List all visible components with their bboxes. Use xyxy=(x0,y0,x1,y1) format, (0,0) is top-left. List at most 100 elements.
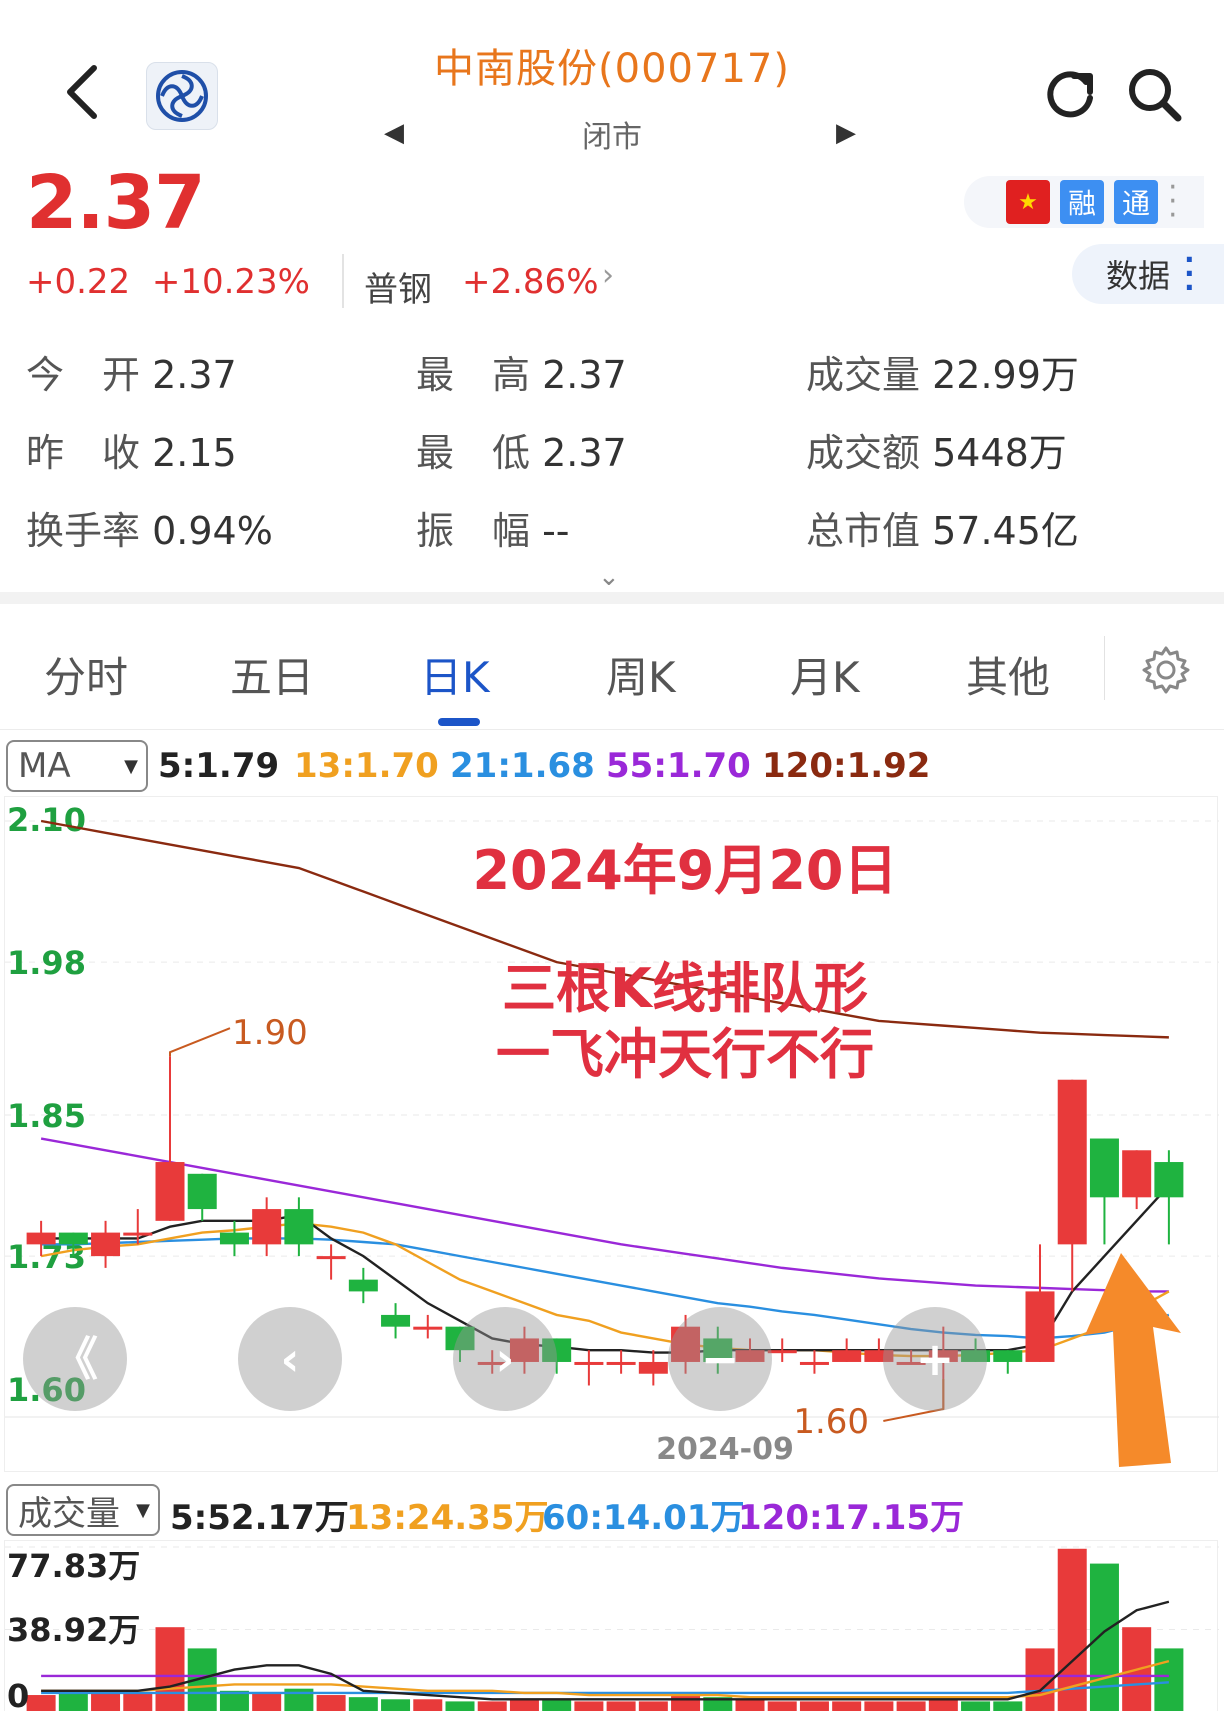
stat-label: 昨 收 xyxy=(26,431,153,475)
chart-control-button[interactable]: ‹ xyxy=(238,1307,342,1411)
volume-bar xyxy=(1154,1648,1184,1711)
chart-control-button[interactable]: + xyxy=(883,1307,987,1411)
volume-bar xyxy=(928,1699,958,1711)
price-axis-label: 1.85 xyxy=(7,1097,86,1135)
price-axis-label: 2.10 xyxy=(7,801,86,839)
control-glyph: 《 xyxy=(52,1332,98,1386)
indicator-select[interactable]: MA ▼ xyxy=(6,740,148,792)
candle-body xyxy=(219,1232,249,1245)
volume-axis-label: 38.92万 xyxy=(7,1611,140,1649)
control-glyph: › xyxy=(496,1332,515,1386)
volume-bar xyxy=(606,1701,636,1711)
stat-label: 振 幅 xyxy=(416,509,543,553)
chart-control-button[interactable]: 《 xyxy=(23,1307,127,1411)
candle-body xyxy=(606,1361,636,1365)
volume-bar xyxy=(542,1699,572,1711)
candle-body xyxy=(187,1173,217,1210)
candle-body xyxy=(348,1279,378,1292)
annotation-line-2: 一飞冲天行不行 xyxy=(496,1023,874,1086)
up-arrow-icon xyxy=(1085,1253,1181,1467)
annotation-line-1: 三根K线排队形 xyxy=(502,957,868,1020)
sector-link[interactable]: 普钢 xyxy=(364,262,432,311)
badge-group[interactable]: ★ 融 通 · · · xyxy=(964,173,1204,231)
candle-body xyxy=(252,1209,282,1245)
tab-five-day[interactable]: 五日 xyxy=(230,644,314,705)
stat-value: 2.37 xyxy=(152,353,237,397)
volume-bar xyxy=(767,1701,797,1711)
legend-item: 5:1.79 xyxy=(158,746,280,786)
stat-value: 2.37 xyxy=(542,431,627,475)
refresh-icon xyxy=(1047,71,1093,118)
tab-intraday[interactable]: 分时 xyxy=(44,644,128,705)
volume-bar xyxy=(252,1692,282,1711)
tab-weekly-k[interactable]: 周K xyxy=(606,644,676,705)
candle-body xyxy=(574,1361,604,1365)
candle-body xyxy=(26,1232,56,1245)
volume-indicator-select[interactable]: 成交量 ▼ xyxy=(6,1484,160,1536)
candle-body xyxy=(1025,1291,1055,1362)
volume-chart[interactable]: 77.83万 38.92万 0 xyxy=(4,1540,1219,1711)
volume-bar xyxy=(477,1701,507,1711)
stat-label: 换手率 xyxy=(26,509,153,553)
candle-body xyxy=(1122,1150,1152,1198)
tab-daily-k[interactable]: 日K xyxy=(420,644,490,705)
stat-value: -- xyxy=(542,509,570,553)
volume-bar xyxy=(348,1697,378,1711)
volume-bar xyxy=(381,1699,411,1711)
stat-value: 2.37 xyxy=(542,353,627,397)
volume-axis-label: 77.83万 xyxy=(7,1547,140,1585)
expand-chevron-icon[interactable]: ⌄ xyxy=(598,562,620,592)
volume-bar xyxy=(509,1699,539,1711)
stat-item: 最 低 2.37 xyxy=(416,422,627,477)
candle-body xyxy=(799,1361,829,1365)
candle-body xyxy=(58,1232,88,1245)
volume-bar xyxy=(896,1701,926,1711)
chart-control-button[interactable]: › xyxy=(453,1307,557,1411)
refresh-button[interactable] xyxy=(1040,64,1100,124)
candle-body xyxy=(832,1350,862,1362)
volume-bar xyxy=(445,1701,475,1711)
chart-settings-button[interactable] xyxy=(1140,644,1192,696)
more-vertical-icon[interactable]: · · · xyxy=(1168,173,1178,231)
chart-tabs: 分时 五日 日K 周K 月K 其他 xyxy=(0,604,1224,730)
volume-bar xyxy=(1089,1563,1119,1711)
search-button[interactable] xyxy=(1124,64,1184,124)
volume-bar xyxy=(413,1699,443,1711)
candle-body xyxy=(123,1232,153,1236)
chevron-right-icon[interactable]: › xyxy=(602,258,614,293)
price-axis-label: 1.98 xyxy=(7,944,86,982)
current-price: 2.37 xyxy=(26,160,206,246)
stat-item: 成交额 5448万 xyxy=(806,422,1067,477)
next-stock-button[interactable]: ▶ xyxy=(836,118,856,148)
candle-body xyxy=(1089,1138,1119,1198)
candle-body xyxy=(413,1326,443,1330)
caret-down-icon: ▼ xyxy=(136,1499,150,1521)
candle-body xyxy=(638,1361,668,1374)
volume-bar xyxy=(638,1701,668,1711)
stat-value: 2.15 xyxy=(152,431,237,475)
divider xyxy=(342,254,344,308)
stat-item: 昨 收 2.15 xyxy=(26,422,237,477)
search-icon xyxy=(1129,69,1182,122)
data-button[interactable]: 数据 · · · xyxy=(1072,244,1224,304)
volume-bar xyxy=(864,1701,894,1711)
legend-item: 13:1.70 xyxy=(294,746,439,786)
kline-chart[interactable]: 2.101.981.851.731.601.901.602024年9月20日三根… xyxy=(4,796,1219,1473)
tab-monthly-k[interactable]: 月K xyxy=(790,644,860,705)
caret-down-icon: ▼ xyxy=(124,755,138,777)
legend-item: 21:1.68 xyxy=(450,746,595,786)
margin-badge: 融 xyxy=(1060,180,1104,224)
annotation-date: 2024年9月20日 xyxy=(472,839,897,902)
volume-chart-svg[interactable]: 77.83万 38.92万 0 xyxy=(5,1541,1219,1711)
candle-body xyxy=(1154,1162,1184,1198)
ma21-line xyxy=(41,1237,1170,1340)
tab-other[interactable]: 其他 xyxy=(966,644,1050,705)
volume-bar xyxy=(799,1701,829,1711)
high-marker-line xyxy=(169,1027,231,1057)
chart-control-button[interactable]: − xyxy=(668,1307,772,1411)
legend-item: 55:1.70 xyxy=(606,746,751,786)
stat-value: 22.99万 xyxy=(932,353,1079,397)
kline-chart-svg[interactable]: 2.101.981.851.731.601.901.602024年9月20日三根… xyxy=(5,797,1219,1473)
volume-bar xyxy=(961,1701,991,1711)
volume-bar xyxy=(155,1627,185,1711)
